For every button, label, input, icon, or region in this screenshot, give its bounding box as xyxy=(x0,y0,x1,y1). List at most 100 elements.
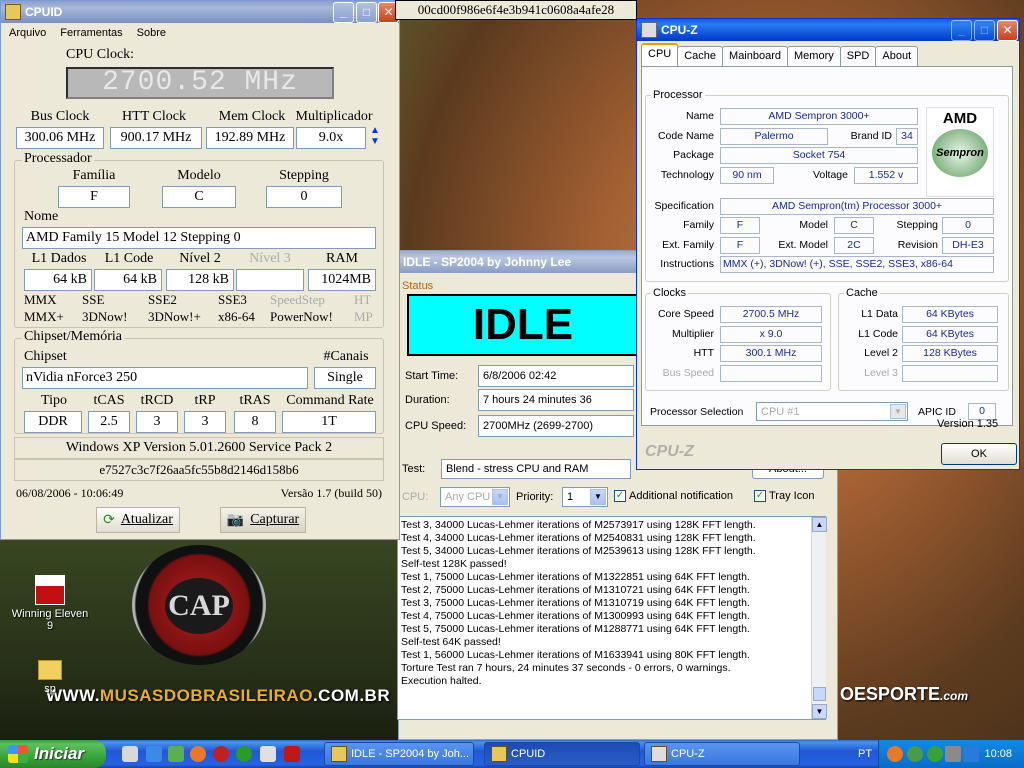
tray-network-icon[interactable] xyxy=(945,746,961,762)
instructions-label: Instructions xyxy=(660,258,714,270)
log-line: Test 2, 75000 Lucas-Lehmer iterations of… xyxy=(401,584,750,596)
name-label: Name xyxy=(685,110,714,122)
instructions-value: MMX (+), 3DNow! (+), SSE, SSE2, SSE3, x8… xyxy=(720,256,994,273)
scroll-thumb[interactable] xyxy=(813,687,826,701)
l1-code-label: L1 Code xyxy=(858,328,898,340)
log-line: Test 3, 34000 Lucas-Lehmer iterations of… xyxy=(401,519,756,531)
nivel2-value: 128 kB xyxy=(166,269,234,291)
app-icon[interactable] xyxy=(236,746,252,762)
checkbox-checked-icon: ✓ xyxy=(754,490,766,503)
nivel2-label: Nível 2 xyxy=(179,251,221,266)
revision-value: DH-E3 xyxy=(942,237,994,254)
htt-label: HTT xyxy=(693,347,714,359)
chipset-label: Chipset xyxy=(24,349,67,364)
scroll-down-icon[interactable]: ▼ xyxy=(812,704,827,719)
menu-arquivo[interactable]: Arquivo xyxy=(9,27,46,39)
l1-code-value: 64 KBytes xyxy=(902,326,998,343)
tab-spd[interactable]: SPD xyxy=(839,46,877,66)
log-line: Test 4, 75000 Lucas-Lehmer iterations of… xyxy=(401,610,750,622)
technology-value: 90 nm xyxy=(720,167,774,184)
multiplier-label: Multiplicador xyxy=(295,109,373,124)
clocks-group-title: Clocks xyxy=(651,287,689,299)
task-prime95[interactable]: IDLE - SP2004 by Joh... xyxy=(324,742,474,766)
tray-icon-checkbox[interactable]: ✓ Tray Icon xyxy=(754,490,814,503)
tray-messenger-icon[interactable] xyxy=(927,746,943,762)
duration-value: 7 hours 24 minutes 36 seconds xyxy=(478,389,634,426)
priority-select[interactable]: 1 ▼ xyxy=(562,487,608,507)
task-cpuz[interactable]: CPU-Z xyxy=(644,742,800,766)
apic-id-label: APIC ID xyxy=(918,406,956,418)
task-cpuid[interactable]: CPUID xyxy=(484,742,640,766)
code-name-label: Code Name xyxy=(657,130,714,142)
minimize-button[interactable]: _ xyxy=(951,20,972,41)
maximize-button[interactable]: □ xyxy=(974,20,995,41)
update-button[interactable]: ⟳ Atualizar xyxy=(96,507,180,533)
canais-value: Single xyxy=(314,367,376,389)
menu-sobre[interactable]: Sobre xyxy=(137,27,166,39)
show-desktop-icon[interactable] xyxy=(122,746,138,762)
start-button[interactable]: Iniciar xyxy=(0,740,106,768)
window-title: CPU-Z xyxy=(661,23,698,37)
brand-id-value: 34 xyxy=(896,128,918,145)
test-select[interactable]: Blend - stress CPU and RAM xyxy=(441,459,631,479)
ok-button[interactable]: OK xyxy=(941,443,1017,465)
tab-cpu[interactable]: CPU xyxy=(641,43,679,66)
feature-mmxplus: MMX+ xyxy=(24,309,64,324)
close-button[interactable]: ✕ xyxy=(997,20,1018,41)
folder-app-icon[interactable] xyxy=(260,746,276,762)
multiplier-value: x 9.0 xyxy=(720,326,822,343)
log-line: Test 4, 34000 Lucas-Lehmer iterations of… xyxy=(401,532,756,544)
additional-notification-checkbox[interactable]: ✓ Additional notification xyxy=(614,490,733,503)
tab-memory[interactable]: Memory xyxy=(787,46,841,66)
esporte-watermark: OESPORTE.com xyxy=(840,684,969,704)
log-output[interactable]: Test 3, 34000 Lucas-Lehmer iterations of… xyxy=(397,516,826,720)
internet-explorer-icon[interactable] xyxy=(146,746,162,762)
cpu-select[interactable]: Any CPU ▼ xyxy=(440,487,510,507)
desktop-icon-sp-folder[interactable]: sp xyxy=(10,660,90,695)
technology-label: Technology xyxy=(660,169,714,181)
desktop-icon-winning-eleven[interactable]: Winning Eleven 9 xyxy=(10,575,90,632)
feature-3dnowplus: 3DNow!+ xyxy=(148,309,201,324)
multiplier-value: 9.0x xyxy=(296,127,366,149)
cpuz-version: Version 1.35 xyxy=(937,418,999,430)
menu-ferramentas[interactable]: Ferramentas xyxy=(60,27,122,39)
cpuid-app-icon xyxy=(5,4,21,20)
multiplier-spin[interactable]: ▲ ▼ xyxy=(370,125,380,147)
command-rate-label: Command Rate xyxy=(286,393,374,408)
clock[interactable]: 10:08 xyxy=(984,740,1012,768)
maximize-button[interactable]: □ xyxy=(356,2,377,23)
modelo-label: Modelo xyxy=(177,168,221,183)
messenger-icon[interactable] xyxy=(168,746,184,762)
scroll-up-icon[interactable]: ▲ xyxy=(812,517,827,532)
revision-label: Revision xyxy=(897,239,938,251)
tipo-label: Tipo xyxy=(41,393,67,408)
cpuz-window[interactable]: CPU-Z _ □ ✕ CPU Cache Mainboard Memory S… xyxy=(636,18,1020,470)
model-value: C xyxy=(834,217,874,234)
l1-dados-label: L1 Dados xyxy=(31,251,87,266)
tray-prime95-icon[interactable] xyxy=(963,746,979,762)
tab-cache[interactable]: Cache xyxy=(677,46,724,66)
feature-sse: SSE xyxy=(82,292,105,307)
tab-about[interactable]: About xyxy=(875,46,919,66)
log-line: Execution halted. xyxy=(401,675,482,687)
language-indicator[interactable]: PT xyxy=(858,740,872,768)
capture-button[interactable]: 📷 Capturar xyxy=(220,507,306,533)
os-version: Windows XP Version 5.01.2600 Service Pac… xyxy=(14,437,384,459)
feature-sse2: SSE2 xyxy=(148,292,177,307)
firefox-icon[interactable] xyxy=(190,746,206,762)
tray-expand-icon[interactable] xyxy=(887,746,903,762)
ram-value: 1024MB xyxy=(308,269,376,291)
l1-code-label: L1 Code xyxy=(104,251,154,266)
tab-mainboard[interactable]: Mainboard xyxy=(722,46,789,66)
log-scrollbar[interactable]: ▲ ▼ xyxy=(811,517,827,719)
tray-app-icon[interactable] xyxy=(907,746,923,762)
core-speed-value: 2700.5 MHz xyxy=(720,306,822,323)
minimize-button[interactable]: _ xyxy=(333,2,354,23)
start-time-label: Start Time: xyxy=(405,370,459,382)
log-line: Test 1, 56000 Lucas-Lehmer iterations of… xyxy=(401,649,750,661)
processor-selection-select[interactable]: CPU #1 ▼ xyxy=(756,402,908,421)
core-speed-label: Core Speed xyxy=(657,308,714,320)
log-line: Test 5, 34000 Lucas-Lehmer iterations of… xyxy=(401,545,756,557)
media-player-icon[interactable] xyxy=(213,746,229,762)
game-quicklaunch-icon[interactable] xyxy=(284,746,300,762)
